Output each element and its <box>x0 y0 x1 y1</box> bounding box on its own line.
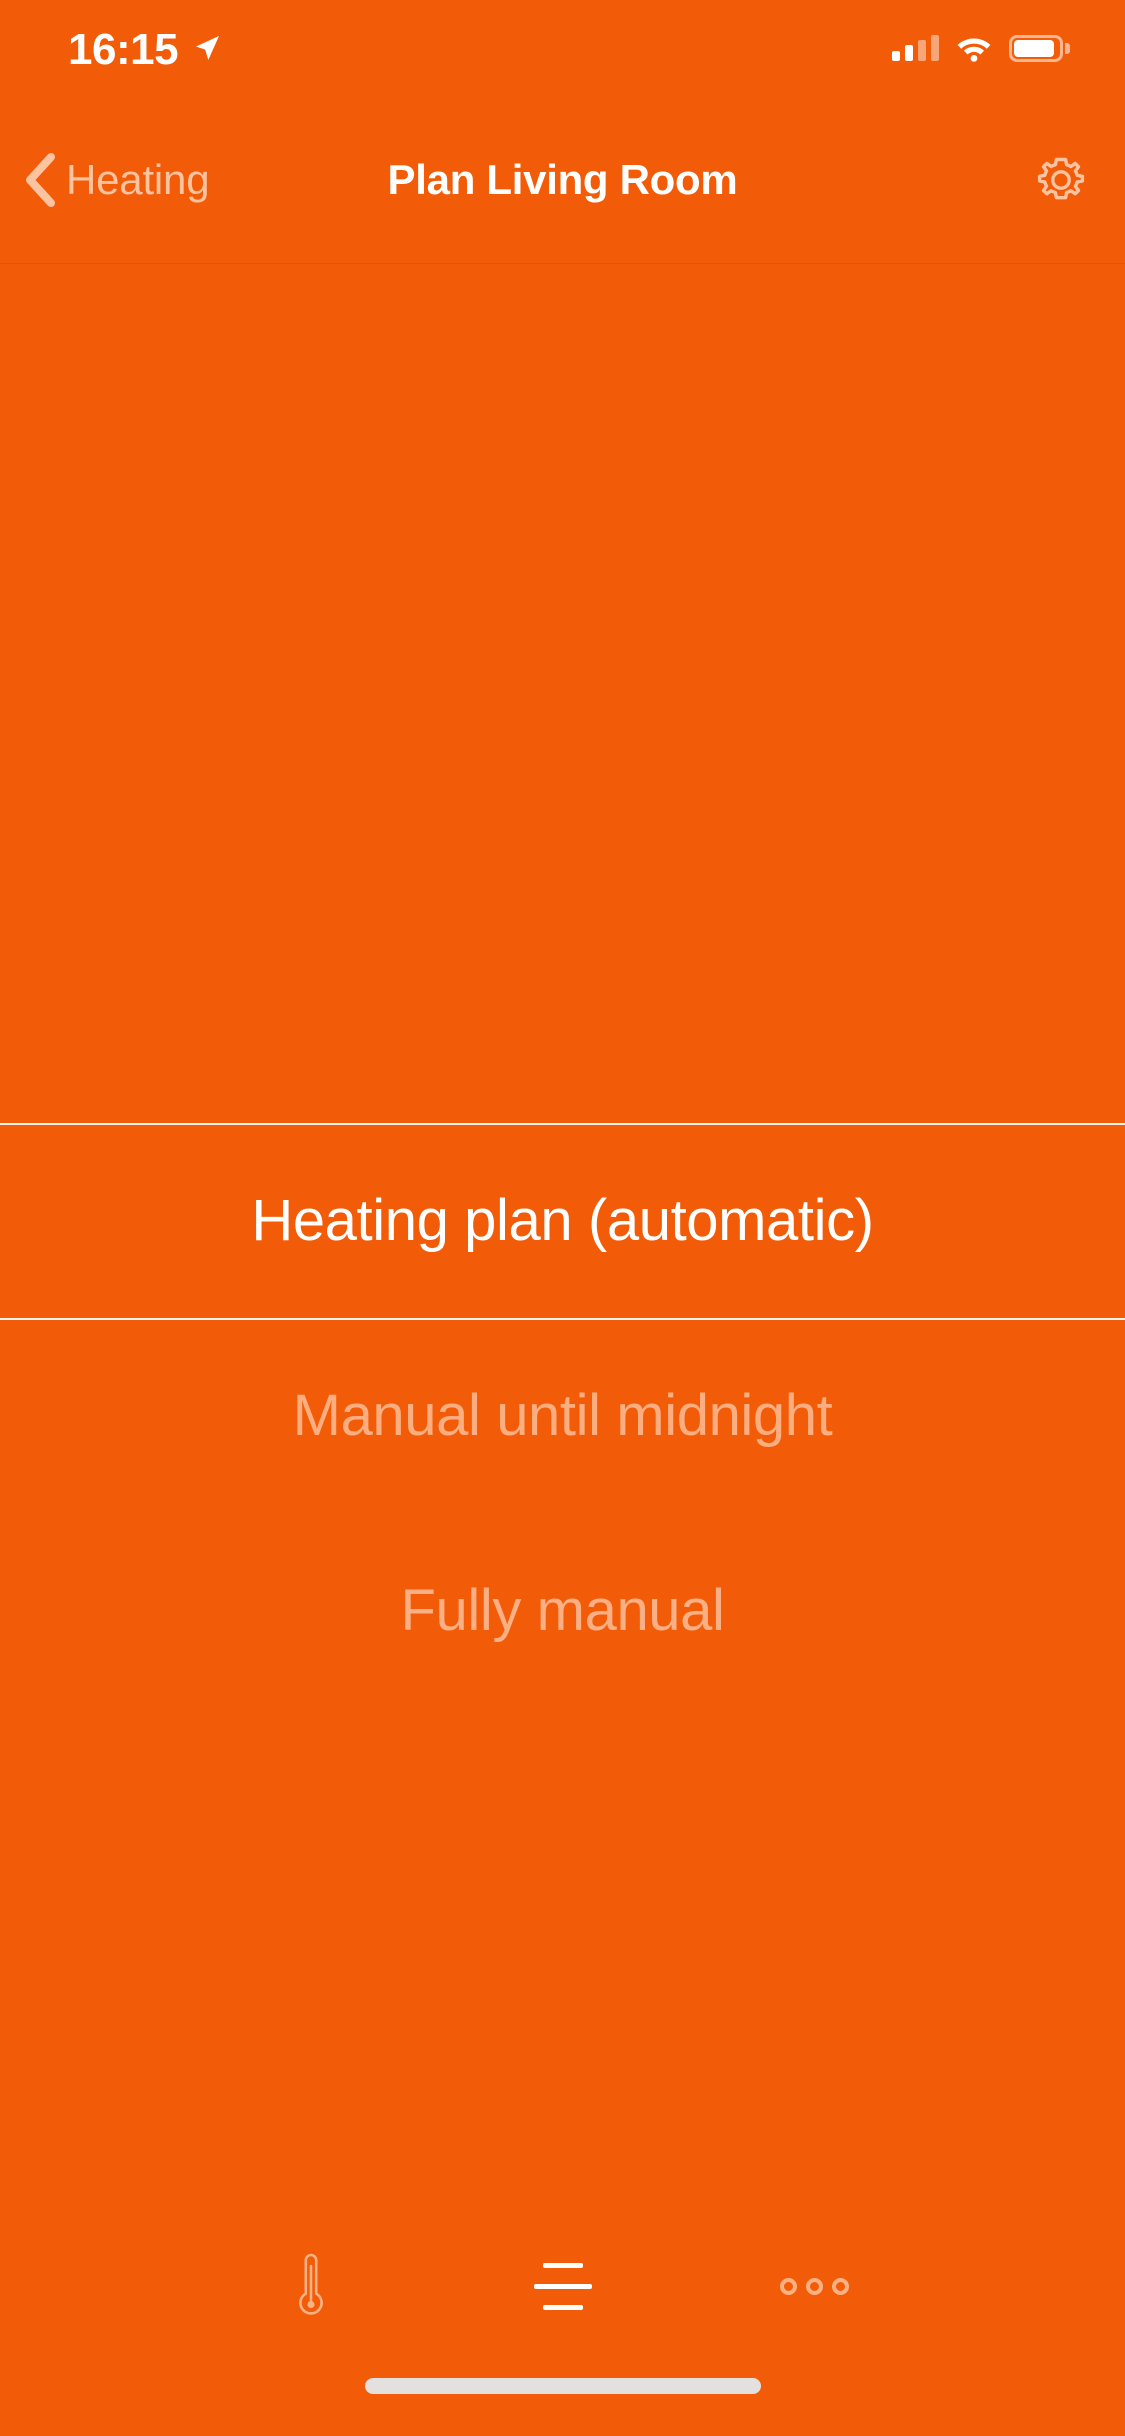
home-indicator-bar[interactable] <box>364 2378 761 2394</box>
status-bar: 16:15 <box>0 0 1125 96</box>
back-button[interactable]: Heating <box>22 152 210 207</box>
thermometer-icon <box>298 2253 323 2315</box>
location-arrow-icon <box>196 36 220 60</box>
cellular-signal-icon <box>892 35 939 61</box>
picker-option-manual-until-midnight[interactable]: Manual until midnight <box>0 1318 1125 1513</box>
status-bar-clock: 16:15 <box>68 25 179 74</box>
picker-option-label: Fully manual <box>400 1577 725 1643</box>
wifi-icon <box>957 38 991 62</box>
picker-option-heating-plan[interactable]: Heating plan (automatic) <box>0 1123 1125 1318</box>
tab-temperature[interactable] <box>256 2238 366 2334</box>
picker-option-label: Manual until midnight <box>292 1382 833 1448</box>
horizontal-lines-icon <box>533 2262 593 2310</box>
navigation-bar: Heating Plan Living Room <box>0 96 1125 264</box>
status-bar-left: 16:15 <box>68 24 222 72</box>
chevron-left-icon <box>26 152 55 207</box>
mode-picker[interactable]: Heating plan (automatic) Manual until mi… <box>0 1123 1125 1683</box>
picker-option-label: Heating plan (automatic) <box>251 1187 874 1253</box>
main-content: Heating plan (automatic) Manual until mi… <box>0 264 1125 2218</box>
home-indicator-area <box>0 2368 1125 2436</box>
app-root: 16:15 Heating Plan Living Room Heating p… <box>0 0 1125 2436</box>
back-button-label: Heating <box>66 155 210 203</box>
tab-plan[interactable] <box>508 2238 618 2334</box>
gear-icon[interactable] <box>1033 152 1089 208</box>
battery-icon <box>1009 34 1070 62</box>
status-bar-right <box>892 34 1070 62</box>
picker-option-fully-manual[interactable]: Fully manual <box>0 1513 1125 1708</box>
three-dots-icon <box>780 2277 849 2295</box>
tab-more[interactable] <box>760 2238 870 2334</box>
bottom-toolbar <box>0 2218 1125 2368</box>
